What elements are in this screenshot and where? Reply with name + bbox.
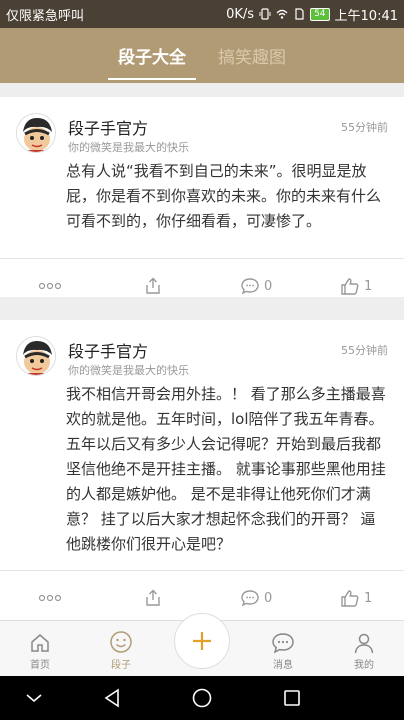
tab-label: 搞笑趣图	[218, 48, 286, 68]
nav-label: 首页	[30, 660, 50, 671]
nav-label: 段子	[111, 660, 131, 671]
hide-nav-button[interactable]	[4, 676, 64, 720]
post-header: 段子手官方 你的微笑是我最大的快乐 55分钟前	[0, 97, 404, 159]
bottom-tab-bar: 首页 段子 消息 我的	[0, 613, 404, 677]
cartoon-face-icon	[17, 337, 55, 375]
top-tab-bar: 段子大全 搞笑趣图	[0, 28, 404, 83]
nav-jokes[interactable]: 段子	[91, 621, 151, 677]
more-button[interactable]	[38, 571, 62, 620]
home-button[interactable]	[172, 676, 232, 720]
share-icon	[146, 277, 160, 294]
post-header: 段子手官方 你的微笑是我最大的快乐 55分钟前	[0, 320, 404, 382]
carrier-text: 仅限紧急呼叫	[6, 8, 85, 24]
status-bar: 仅限紧急呼叫 0K/s 54 上午10:41	[0, 0, 404, 28]
author-name[interactable]: 段子手官方	[68, 338, 148, 362]
nav-label: 消息	[273, 660, 293, 671]
chevron-down-icon	[26, 694, 42, 703]
user-icon	[354, 633, 374, 654]
avatar[interactable]	[16, 336, 56, 376]
clock: 上午10:41	[334, 8, 398, 24]
post-time: 55分钟前	[341, 121, 388, 134]
thumbs-up-icon	[341, 590, 359, 607]
nav-messages[interactable]: 消息	[253, 621, 313, 677]
home-circle-icon	[192, 688, 212, 708]
post-actions: 0 1	[0, 259, 404, 313]
sim-icon	[295, 8, 304, 20]
comment-button[interactable]: 0	[240, 571, 272, 620]
post-time: 55分钟前	[341, 344, 388, 357]
active-tab-indicator	[108, 78, 196, 80]
status-icons: 0K/s 54 上午10:41	[226, 5, 398, 24]
comment-icon	[241, 590, 259, 607]
like-button[interactable]: 1	[340, 571, 372, 620]
share-button[interactable]	[144, 571, 162, 620]
recents-button[interactable]	[262, 676, 322, 720]
home-icon	[31, 634, 49, 652]
more-dots-icon	[38, 282, 62, 290]
more-button[interactable]	[38, 259, 62, 313]
author-name[interactable]: 段子手官方	[68, 115, 148, 139]
smile-icon	[110, 631, 132, 653]
like-button[interactable]: 1	[340, 259, 372, 313]
joke-feed[interactable]: 段子手官方 你的微笑是我最大的快乐 55分钟前 总有人说“我看不到自己的未来”。…	[0, 83, 404, 620]
comment-button[interactable]: 0	[240, 259, 272, 313]
author-motto: 你的微笑是我最大的快乐	[68, 364, 189, 377]
post-card[interactable]: 段子手官方 你的微笑是我最大的快乐 55分钟前 总有人说“我看不到自己的未来”。…	[0, 97, 404, 297]
comment-count: 0	[264, 590, 273, 606]
more-dots-icon	[38, 594, 62, 602]
wifi-icon	[276, 9, 288, 19]
comment-count: 0	[264, 278, 273, 294]
back-triangle-icon	[104, 688, 119, 708]
share-icon	[146, 589, 160, 606]
like-count: 1	[364, 278, 373, 294]
thumbs-up-icon	[341, 278, 359, 295]
add-post-button[interactable]	[174, 613, 230, 669]
post-content[interactable]: 总有人说“我看不到自己的未来”。很明显是放屁，你是看不到你喜欢的未来。你的未来有…	[66, 159, 390, 245]
author-motto: 你的微笑是我最大的快乐	[68, 141, 189, 154]
plus-icon	[193, 632, 211, 650]
nav-label: 我的	[354, 660, 374, 671]
message-icon	[272, 633, 294, 654]
cartoon-face-icon	[17, 114, 55, 152]
nav-home[interactable]: 首页	[10, 621, 70, 677]
nav-profile[interactable]: 我的	[334, 621, 394, 677]
system-nav-bar	[0, 676, 404, 720]
battery-indicator: 54	[310, 7, 330, 21]
vibrate-icon	[259, 8, 271, 20]
tab-funny-pictures[interactable]: 搞笑趣图	[202, 28, 302, 83]
post-card[interactable]: 段子手官方 你的微笑是我最大的快乐 55分钟前 我不相信开哥会用外挂。！ 看了那…	[0, 320, 404, 620]
tab-jokes-collection[interactable]: 段子大全	[102, 28, 202, 83]
comment-icon	[241, 278, 259, 295]
network-speed: 0K/s	[226, 6, 255, 22]
tab-label: 段子大全	[118, 48, 186, 68]
share-button[interactable]	[144, 259, 162, 313]
recents-square-icon	[284, 690, 300, 706]
post-content[interactable]: 我不相信开哥会用外挂。！ 看了那么多主播最喜欢的就是他。五年时间，lol陪伴了我…	[66, 382, 390, 557]
avatar[interactable]	[16, 113, 56, 153]
back-button[interactable]	[82, 676, 142, 720]
like-count: 1	[364, 590, 373, 606]
